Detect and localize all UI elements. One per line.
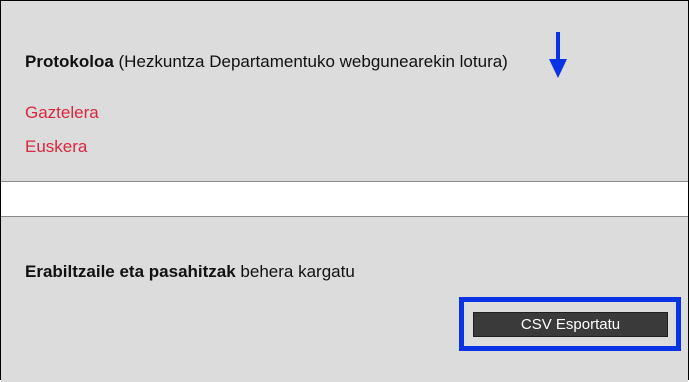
download-title-bold: Erabiltzaile eta pasahitzak [25, 262, 236, 281]
download-heading: Erabiltzaile eta pasahitzak behera karga… [25, 262, 355, 282]
protocol-heading: Protokoloa (Hezkuntza Departamentuko web… [25, 52, 508, 72]
download-panel: Erabiltzaile eta pasahitzak behera karga… [1, 216, 688, 382]
csv-export-button[interactable]: CSV Esportatu [473, 312, 668, 337]
arrow-down-icon [549, 32, 567, 78]
protocol-title-bold: Protokoloa [25, 52, 114, 71]
page-frame: Protokoloa (Hezkuntza Departamentuko web… [0, 0, 689, 382]
protocol-title-rest: (Hezkuntza Departamentuko webgunearekin … [113, 52, 508, 71]
highlight-box: CSV Esportatu [459, 297, 681, 351]
link-gaztelera[interactable]: Gaztelera [25, 103, 99, 123]
protocol-panel: Protokoloa (Hezkuntza Departamentuko web… [1, 1, 688, 182]
link-euskera[interactable]: Euskera [25, 137, 87, 157]
download-title-rest: behera kargatu [235, 262, 355, 281]
